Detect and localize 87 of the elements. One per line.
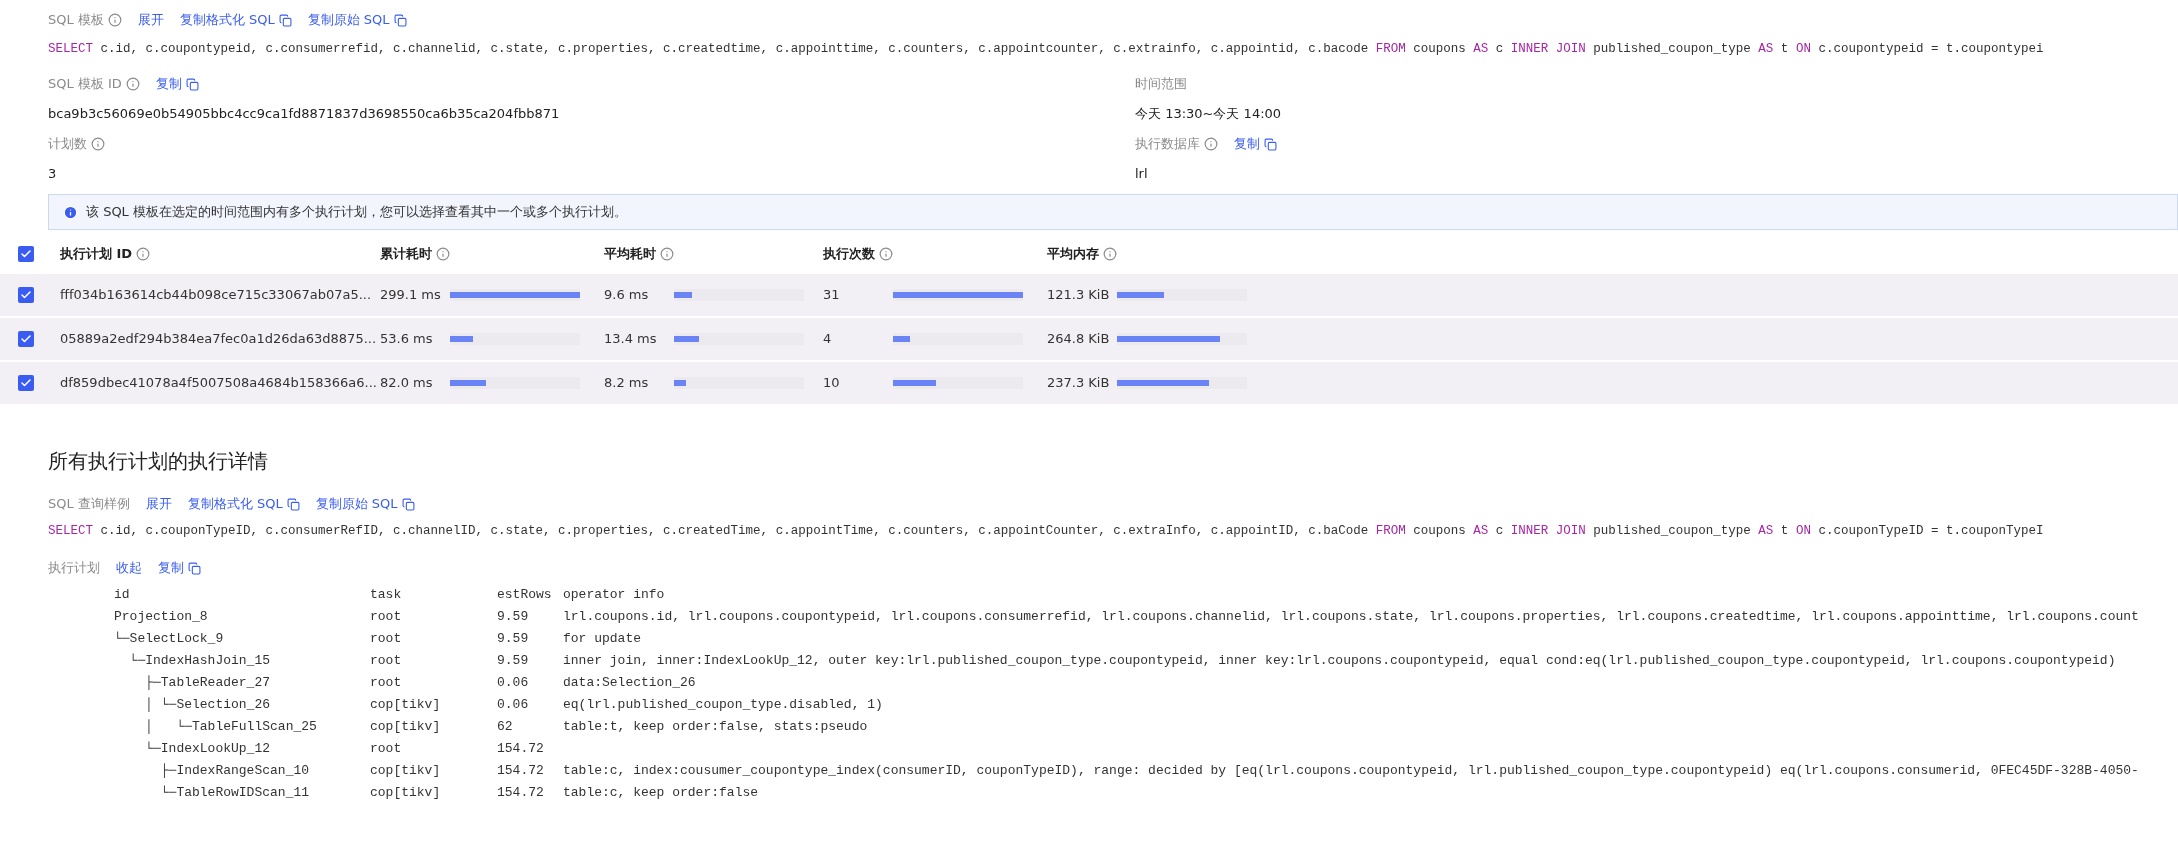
est-rows: 154.72 [497, 761, 544, 781]
metric-value: 8.2 ms [604, 374, 650, 393]
field-label: 执行计划 [48, 559, 100, 578]
task-type: cop[tikv] [370, 762, 441, 781]
action-link[interactable]: 复制 [155, 74, 182, 94]
operator-id: Projection_8 [114, 608, 208, 627]
plan-column-header: operator info [563, 586, 666, 605]
metric-value: 82.0 ms [380, 374, 434, 393]
metric-value: 31 [823, 286, 841, 305]
operator-id: └─SelectLock_9 [114, 630, 224, 649]
metric-value: 237.3 KiB [1047, 374, 1111, 393]
operator-info: lrl.coupons.id, lrl.coupons.coupontypeid, lrl.coupons.consumerrefid, lrl.coupons.channelid, lrl.coupons.state, lrl.coupons.properties, lrl.coupons.createdtime, lrl.coupons.appointtime, lrl.coupons.count [563, 608, 2139, 627]
operator-info: data:Selection_26 [563, 674, 696, 693]
task-type: root [370, 608, 402, 627]
metric-value: 299.1 ms [380, 286, 442, 305]
operator-id: └─TableRowIDScan_11 [159, 784, 310, 803]
operator-info: for update [563, 630, 641, 649]
field-label: 计划数 [48, 135, 87, 154]
action-link[interactable]: 复制 [1234, 134, 1260, 154]
action-link[interactable]: 收起 [116, 558, 142, 578]
metric-value: 53.6 ms [380, 330, 434, 349]
operator-info: table:t, keep order:false, stats:pseudo [563, 718, 868, 737]
plan-row[interactable]: df859dbec41078a4f5007508a4684b158366a6... 82.0 ms 8.2 ms 10 237.3 KiB [0, 362, 2178, 404]
column-header: 平均耗时 [604, 245, 656, 264]
est-rows: 154.72 [497, 783, 544, 803]
action-link[interactable]: 复制格式化 SQL [187, 494, 283, 514]
plan-id: fff034b163614cb44b098ce715c33067ab07a5... [60, 286, 373, 305]
metric-value: 4 [823, 330, 833, 349]
task-type: cop[tikv] [370, 718, 441, 737]
action-link[interactable]: 复制原始 SQL [315, 494, 398, 514]
task-type: root [370, 674, 402, 693]
operator-info: eq(lrl.published_coupon_type.disabled, 1) [563, 696, 883, 715]
plan-column-header: task [370, 586, 403, 605]
column-header: 累计耗时 [380, 245, 432, 264]
est-rows: 9.59 [497, 629, 529, 649]
plan-id: 05889a2edf294b384ea7fec0a1d26da63d8875... [60, 330, 378, 349]
task-type: root [370, 740, 402, 759]
action-link[interactable]: 复制格式化 SQL [179, 10, 275, 30]
task-type: cop[tikv] [370, 696, 441, 715]
metric-value: 10 [823, 374, 841, 393]
operator-id: │ └─TableFullScan_25 [144, 718, 317, 737]
field-value: 今天 13:30~今天 14:00 [1135, 105, 1283, 123]
field-value: bca9b3c56069e0b54905bbc4cc9ca1fd8871837d3698550ca6b35ca204fbb871 [48, 105, 561, 123]
column-header: 执行计划 ID [60, 245, 133, 264]
metric-value: 9.6 ms [604, 286, 650, 305]
operator-info: table:c, index:cousumer_coupontype_index(consumerID, couponTypeID), range: decided by [eq(lrl.coupons.coupontypeid, lrl.published_coupon_type.coupontypeid) eq(lrl.coupons.consumerid, 0FEC45DF-328B-4050- [563, 762, 2139, 781]
field-label: SQL 模板 ID [48, 75, 122, 94]
task-type: root [370, 630, 402, 649]
metric-value: 121.3 KiB [1047, 286, 1111, 305]
column-header: 执行次数 [823, 245, 875, 264]
plan-row[interactable]: 05889a2edf294b384ea7fec0a1d26da63d8875... 53.6 ms 13.4 ms 4 264.8 KiB [0, 318, 2178, 360]
sql-text: SELECT c.id, c.coupontypeid, c.consumerrefid, c.channelid, c.state, c.properties, c.createdtime, c.appointtime, c.counters, c.appointcounter, c.extrainfo, c.appointid, c.bacode FROM coupons AS c INNER JOIN published_coupon_type AS t ON c.coupontypeid = t.coupontypei [48, 41, 2045, 58]
operator-id: ├─IndexRangeScan_10 [159, 762, 310, 781]
operator-id: │ └─Selection_26 [144, 696, 271, 715]
est-rows: 9.59 [497, 607, 529, 627]
sql-text: SELECT c.id, c.couponTypeID, c.consumerRefID, c.channelID, c.state, c.properties, c.createdTime, c.appointTime, c.counters, c.appointCounter, c.extraInfo, c.appointID, c.baCode FROM coupons AS c INNER JOIN published_coupon_type AS t ON c.couponTypeID = t.couponTypeI [48, 523, 2045, 540]
plan-id: df859dbec41078a4f5007508a4684b158366a6... [60, 374, 378, 393]
operator-id: └─IndexLookUp_12 [144, 740, 271, 759]
est-rows: 0.06 [497, 673, 529, 693]
alert-text: 该 SQL 模板在选定的时间范围内有多个执行计划，您可以选择查看其中一个或多个执行计划。 [86, 203, 627, 222]
action-link[interactable]: 复制 [158, 558, 184, 578]
field-value: 3 [48, 165, 58, 183]
plan-column-header: id [114, 586, 131, 605]
task-type: root [370, 652, 402, 671]
plan-column-header: estRows [497, 586, 553, 605]
operator-id: ├─TableReader_27 [144, 674, 271, 693]
field-value: lrl [1135, 165, 1149, 183]
est-rows: 154.72 [497, 739, 544, 759]
operator-info: table:c, keep order:false [563, 784, 759, 803]
plan-row[interactable]: fff034b163614cb44b098ce715c33067ab07a5... 299.1 ms 9.6 ms 31 121.3 KiB [0, 274, 2178, 316]
operator-info: inner join, inner:IndexLookUp_12, outer key:lrl.published_coupon_type.coupontypeid, inner key:lrl.coupons.coupontypeid, equal cond:eq(lrl.published_coupon_type.coupontypeid, lrl.coupons.coupontypeid) [563, 652, 2116, 671]
task-type: cop[tikv] [370, 784, 441, 803]
field-label: SQL 查询样例 [48, 495, 130, 514]
action-link[interactable]: 展开 [137, 10, 164, 30]
est-rows: 62 [497, 717, 513, 737]
action-link[interactable]: 复制原始 SQL [307, 10, 390, 30]
field-label: 执行数据库 [1135, 135, 1200, 154]
operator-id: └─IndexHashJoin_15 [128, 652, 271, 671]
section-heading: 所有执行计划的执行详情 [48, 448, 269, 475]
field-label: SQL 模板 [48, 11, 104, 30]
metric-value: 264.8 KiB [1047, 330, 1111, 349]
metric-value: 13.4 ms [604, 330, 658, 349]
column-header: 平均内存 [1047, 245, 1099, 264]
action-link[interactable]: 展开 [145, 494, 172, 514]
field-label: 时间范围 [1135, 75, 1187, 94]
est-rows: 9.59 [497, 651, 529, 671]
est-rows: 0.06 [497, 695, 529, 715]
